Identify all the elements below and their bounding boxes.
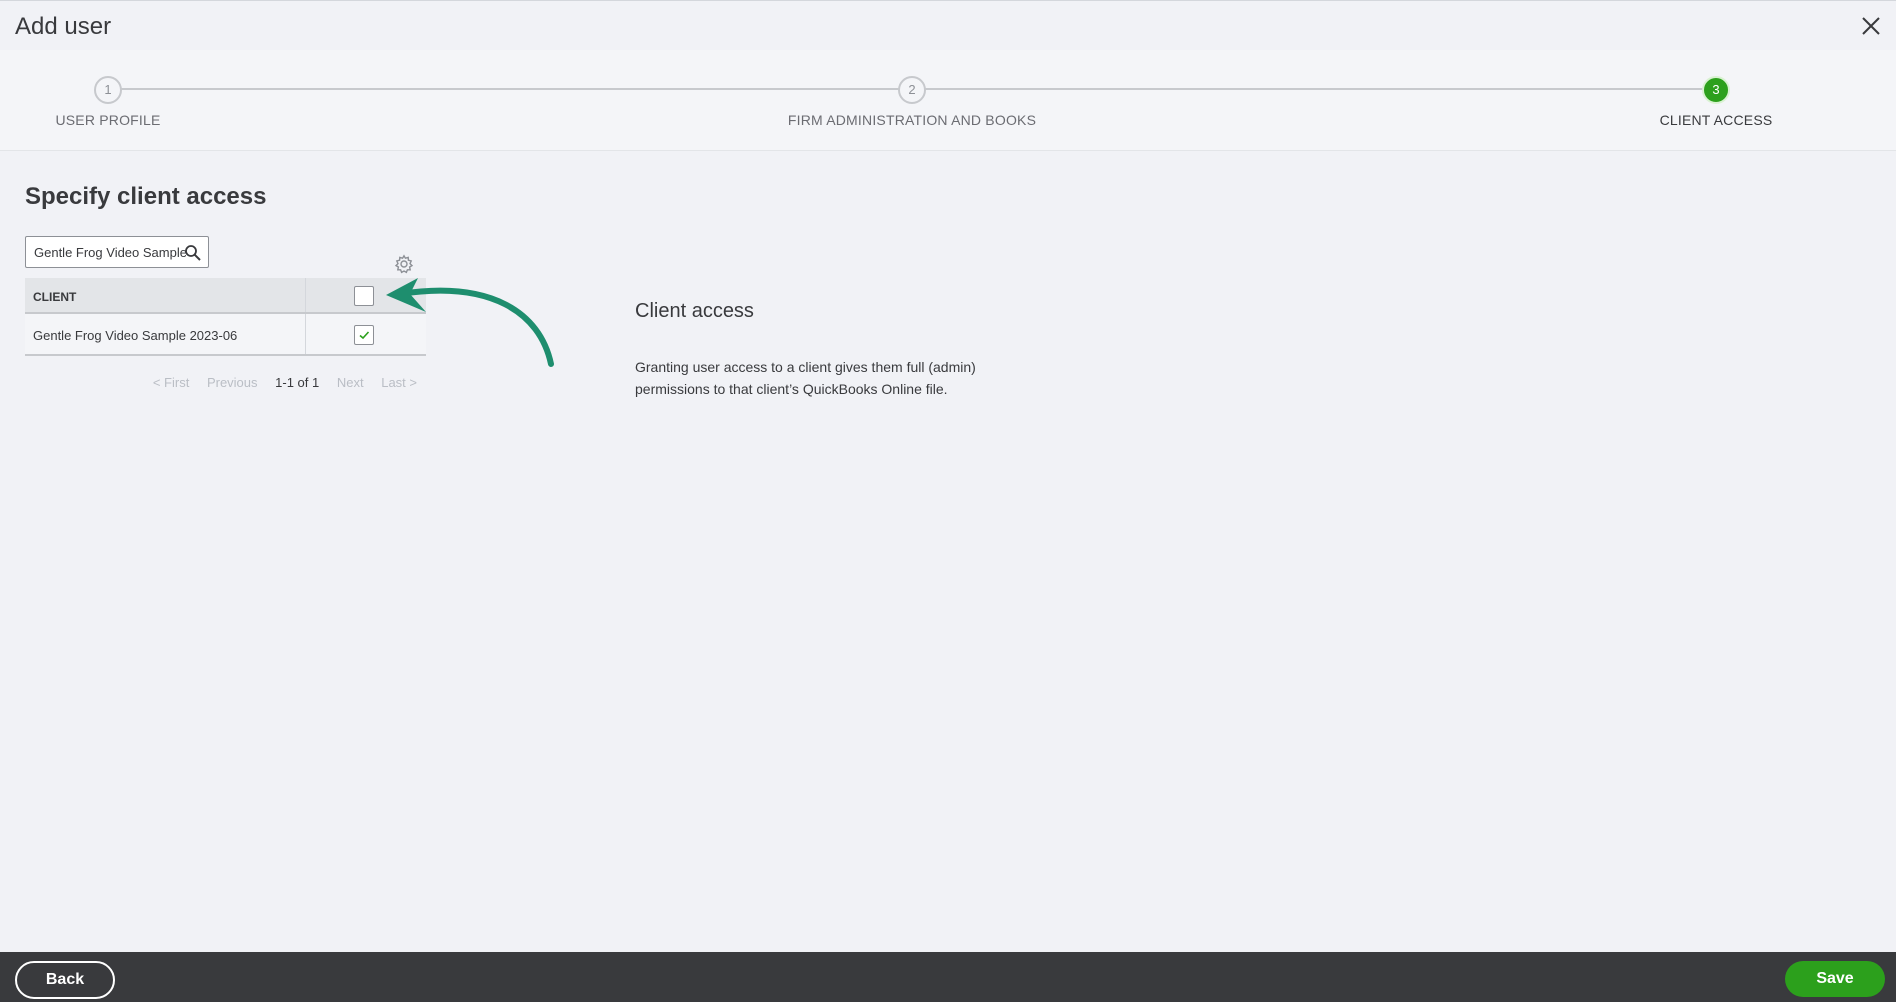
- info-description: Granting user access to a client gives t…: [635, 359, 976, 397]
- dialog-header: Add user: [0, 0, 1896, 50]
- pagination: < First Previous 1-1 of 1 Next Last >: [25, 375, 417, 395]
- table-row: Gentle Frog Video Sample 2023-06: [25, 314, 426, 356]
- client-search[interactable]: [25, 236, 209, 268]
- step-number: 1: [94, 76, 122, 104]
- step-label: CLIENT ACCESS: [1659, 112, 1773, 128]
- page-title: Specify client access: [25, 183, 267, 210]
- column-divider: [305, 278, 306, 312]
- pager-next[interactable]: Next: [337, 375, 364, 390]
- pager-first[interactable]: < First: [153, 375, 189, 390]
- progress-stepper: 1 USER PROFILE 2 FIRM ADMINISTRATION AND…: [0, 50, 1896, 151]
- step-firm-administration: 2 FIRM ADMINISTRATION AND BOOKS: [762, 50, 1062, 151]
- step-number: 2: [898, 76, 926, 104]
- save-button[interactable]: Save: [1785, 961, 1885, 997]
- client-search-input[interactable]: [26, 237, 186, 267]
- column-header-client: CLIENT: [33, 290, 77, 304]
- gear-icon[interactable]: [394, 254, 414, 274]
- client-row-checkbox[interactable]: [354, 325, 374, 345]
- info-title: Client access: [635, 300, 754, 322]
- client-table: CLIENT Gentle Frog Video Sample 2023-06: [25, 278, 426, 356]
- select-all-checkbox[interactable]: [354, 286, 374, 306]
- pager-previous[interactable]: Previous: [207, 375, 258, 390]
- step-label: FIRM ADMINISTRATION AND BOOKS: [787, 112, 1037, 128]
- dialog-footer: Back Save: [0, 952, 1896, 1002]
- pager-range: 1-1 of 1: [275, 375, 320, 390]
- step-label: USER PROFILE: [55, 112, 161, 128]
- back-button[interactable]: Back: [15, 961, 115, 999]
- client-name: Gentle Frog Video Sample 2023-06: [33, 328, 238, 343]
- dialog-title: Add user: [15, 13, 112, 40]
- table-header: CLIENT: [25, 278, 426, 314]
- step-client-access: 3 CLIENT ACCESS: [1566, 50, 1866, 151]
- annotation-arrow-icon: [386, 278, 554, 367]
- close-icon[interactable]: [1858, 13, 1884, 39]
- check-icon: [359, 331, 370, 340]
- step-user-profile: 1 USER PROFILE: [0, 50, 258, 151]
- column-divider: [305, 314, 306, 354]
- step-number: 3: [1702, 76, 1730, 104]
- search-icon[interactable]: [184, 244, 202, 262]
